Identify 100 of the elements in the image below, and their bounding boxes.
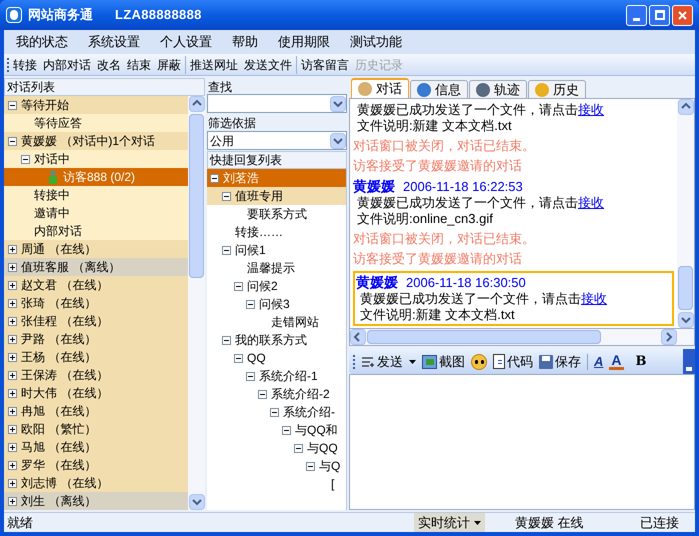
receive-link[interactable]: 接收 xyxy=(581,291,607,306)
menu-item[interactable]: 测试功能 xyxy=(348,32,404,52)
toolbar-button[interactable]: 转接 xyxy=(13,56,37,74)
collapse-icon[interactable] xyxy=(258,390,267,398)
toolbar-button[interactable]: 改名 xyxy=(97,56,121,74)
collapse-icon[interactable] xyxy=(270,408,279,416)
font-color-button[interactable]: A xyxy=(609,353,624,370)
tree-item[interactable]: 时大伟 （在线） xyxy=(21,384,108,402)
tree-item[interactable]: 王保涛 （在线） xyxy=(21,366,108,384)
tree-item[interactable]: 欧阳 （繁忙） xyxy=(21,420,96,438)
tree-item[interactable]: 周通 （在线） xyxy=(21,240,96,258)
tab[interactable]: 对话 xyxy=(351,78,409,98)
caret-icon[interactable] xyxy=(409,360,416,364)
collapse-icon[interactable] xyxy=(222,246,231,254)
reply-item[interactable]: 要联系方式 xyxy=(247,205,307,223)
receive-link[interactable]: 接收 xyxy=(578,102,604,117)
scroll-down-icon[interactable] xyxy=(188,494,204,510)
tree-item[interactable]: 张佳程 （在线） xyxy=(21,312,108,330)
toolbar-button[interactable]: 屏蔽 xyxy=(157,56,181,74)
vertical-scrollbar[interactable] xyxy=(188,96,205,510)
toolbar-button[interactable]: 内部对话 xyxy=(43,56,91,74)
scroll-thumb[interactable] xyxy=(189,114,204,278)
tree-item[interactable]: 王杨 （在线） xyxy=(21,348,96,366)
collapse-icon[interactable] xyxy=(234,282,243,290)
reply-item[interactable]: 问候1 xyxy=(235,241,266,259)
toolbar-button[interactable]: 发送文件 xyxy=(244,56,292,74)
collapse-icon[interactable] xyxy=(234,354,243,362)
tab[interactable]: 历史 xyxy=(528,80,586,98)
menu-item[interactable]: 我的状态 xyxy=(14,32,70,52)
menu-item[interactable]: 个人设置 xyxy=(158,32,214,52)
tree-item[interactable]: 等待开始 xyxy=(21,96,69,114)
collapse-icon[interactable] xyxy=(8,100,17,110)
expand-icon[interactable] xyxy=(8,388,17,398)
tree-item[interactable]: 邀请中 xyxy=(34,204,70,222)
reply-item[interactable]: 问候3 xyxy=(259,295,290,313)
message-input[interactable] xyxy=(349,374,695,510)
collapse-icon[interactable] xyxy=(282,426,291,434)
reply-item[interactable]: QQ xyxy=(247,349,266,367)
scroll-left-icon[interactable] xyxy=(350,329,366,345)
tree-item[interactable]: 刘志博 （在线） xyxy=(21,474,108,492)
expand-icon[interactable] xyxy=(8,334,17,344)
toolbar-button[interactable]: 访客留言 xyxy=(301,56,349,74)
collapse-icon[interactable] xyxy=(246,372,255,380)
menu-item[interactable]: 使用期限 xyxy=(276,32,332,52)
code-button[interactable]: 代码 xyxy=(493,352,533,372)
reply-item[interactable]: 问候2 xyxy=(247,277,278,295)
toolbar-button[interactable]: 推送网址 xyxy=(190,56,238,74)
collapse-icon[interactable] xyxy=(8,136,17,146)
tab[interactable]: 信息 xyxy=(410,80,468,98)
expand-icon[interactable] xyxy=(8,316,17,326)
expand-icon[interactable] xyxy=(8,352,17,362)
combo-box[interactable]: 公用 xyxy=(207,131,347,150)
save-button[interactable]: 保存 xyxy=(539,352,581,372)
reply-item[interactable]: 与Q xyxy=(319,457,340,475)
minimize-button[interactable] xyxy=(626,4,647,26)
collapse-icon[interactable] xyxy=(222,192,231,200)
scroll-up-icon[interactable] xyxy=(678,99,694,115)
expand-icon[interactable] xyxy=(8,280,17,290)
reply-item[interactable]: 走错网站 xyxy=(271,313,319,331)
reply-item[interactable]: 转接…… xyxy=(235,223,283,241)
smiley-icon[interactable] xyxy=(471,354,487,370)
font-size-button[interactable]: A xyxy=(594,352,604,372)
stats-dropdown[interactable]: 实时统计 xyxy=(414,513,485,532)
scroll-thumb[interactable] xyxy=(367,330,601,344)
tree-item[interactable]: 赵文君 （在线） xyxy=(21,276,108,294)
expand-icon[interactable] xyxy=(8,442,17,452)
collapse-icon[interactable] xyxy=(222,336,231,344)
tree-item[interactable]: 张琦 （在线） xyxy=(21,294,96,312)
tree-item[interactable]: 尹路 （在线） xyxy=(21,330,96,348)
collapse-icon[interactable] xyxy=(210,174,219,182)
receive-link[interactable]: 接收 xyxy=(578,195,604,210)
maximize-button[interactable] xyxy=(649,4,670,26)
scroll-up-icon[interactable] xyxy=(188,96,204,112)
expand-icon[interactable] xyxy=(8,424,17,434)
tree-item[interactable]: 对话中 xyxy=(34,150,70,168)
close-button[interactable] xyxy=(672,4,693,26)
expand-icon[interactable] xyxy=(8,298,17,308)
menu-item[interactable]: 系统设置 xyxy=(86,32,142,52)
collapse-icon[interactable] xyxy=(294,444,303,452)
send-button[interactable]: 发送 xyxy=(361,352,403,372)
tree-item[interactable]: 冉旭 （在线） xyxy=(21,402,96,420)
combo-box[interactable] xyxy=(207,94,347,113)
toolbar-button[interactable]: 结束 xyxy=(127,56,151,74)
expand-icon[interactable] xyxy=(8,244,17,254)
reply-item[interactable]: 与QQ和 xyxy=(295,421,338,439)
menu-item[interactable]: 帮助 xyxy=(230,32,260,52)
vertical-scrollbar[interactable] xyxy=(677,99,694,328)
collapse-icon[interactable] xyxy=(306,462,315,470)
tab[interactable]: 轨迹 xyxy=(469,80,527,98)
tree-item[interactable]: 罗华 （在线） xyxy=(21,456,96,474)
reply-item[interactable]: 系统介绍-2 xyxy=(271,385,330,403)
reply-item[interactable]: 系统介绍-1 xyxy=(259,367,318,385)
expand-icon[interactable] xyxy=(8,460,17,470)
horizontal-scrollbar[interactable] xyxy=(349,329,695,346)
collapse-icon[interactable] xyxy=(21,154,30,164)
reply-item[interactable]: 与QQ xyxy=(307,439,338,457)
expand-icon[interactable] xyxy=(8,496,17,506)
bold-button[interactable]: B xyxy=(636,352,647,372)
reply-item[interactable]: 我的联系方式 xyxy=(235,331,307,349)
tree-item[interactable]: 黄媛媛 （对话中)1个对话 xyxy=(21,132,156,150)
